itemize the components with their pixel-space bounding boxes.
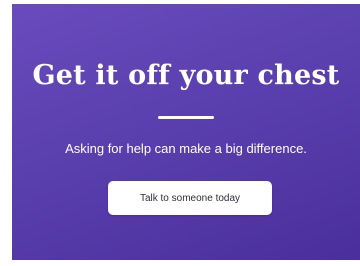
help-banner: Get it off your chest Asking for help ca… [12,4,360,260]
banner-subtext: Asking for help can make a big differenc… [65,141,307,156]
banner-headline: Get it off your chest [32,60,340,91]
talk-to-someone-button[interactable]: Talk to someone today [108,181,272,215]
headline-divider [158,116,214,119]
